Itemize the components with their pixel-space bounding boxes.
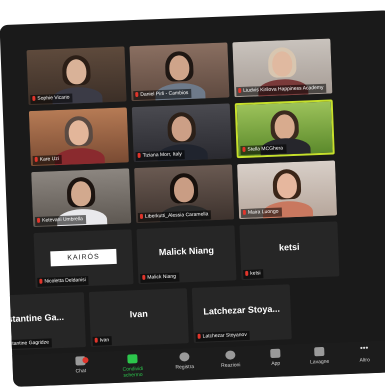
participant-display-name: ketsi: [278, 241, 300, 253]
participant-display-name: Ivan: [129, 308, 148, 320]
mic-muted-icon: [32, 95, 36, 101]
participant-name: Stella MCGhera: [240, 144, 287, 156]
participant-name: Kare Uzi: [32, 154, 63, 166]
participant-tile[interactable]: ketsi ketsi: [239, 221, 340, 281]
mic-muted-icon: [36, 217, 41, 223]
app-icon[interactable]: [225, 381, 233, 387]
participant-name: Nicoletta Deldanisi: [37, 275, 89, 287]
more-icon: •••: [359, 343, 369, 353]
photo-of-screen: Sophie Vicario Daniel Pirli - Cambios Li…: [0, 0, 385, 390]
participant-name: stantine Gagridze: [7, 338, 53, 350]
participant-tile[interactable]: Malick Niang Malick Niang: [136, 225, 237, 285]
participant-name: Sophie Vicario: [30, 93, 73, 105]
participant-name: Malick Niang: [140, 272, 180, 283]
participant-tile-active-speaker[interactable]: Stella MCGhera: [234, 99, 335, 159]
participant-name: Latchezar Stoyanov: [195, 330, 250, 342]
participant-tile[interactable]: Tiziana Morr, Italy: [131, 103, 232, 163]
notification-badge: [82, 357, 89, 364]
kairos-logo: KAIRÓS: [50, 248, 117, 267]
mic-muted-icon: [94, 337, 98, 343]
record-icon: [179, 352, 190, 362]
edge-icon[interactable]: [169, 383, 177, 387]
app-icon[interactable]: [267, 379, 275, 387]
participant-tile[interactable]: Sophie Vicario: [26, 46, 127, 106]
participant-tile[interactable]: Latchezar Stoya... Latchezar Stoyanov: [191, 284, 292, 343]
participant-tile[interactable]: Daniel Pirli - Cambios: [129, 42, 230, 102]
participant-display-name: stantine Ga...: [7, 311, 65, 325]
mic-muted-icon: [197, 333, 201, 339]
chrome-icon[interactable]: [197, 382, 205, 387]
more-button[interactable]: ••• Altro: [344, 343, 385, 365]
emoji-icon: [225, 350, 236, 360]
record-button[interactable]: Registra: [164, 352, 205, 372]
whiteboards-button[interactable]: Lavagne: [299, 346, 340, 366]
participant-display-name: Malick Niang: [158, 245, 215, 258]
participant-tile[interactable]: Maira Luongo: [237, 160, 338, 220]
mic-muted-icon: [135, 91, 139, 98]
app-icon[interactable]: [253, 380, 261, 387]
whiteboard-icon: [314, 346, 325, 357]
taskview-icon[interactable]: [155, 384, 163, 387]
mic-muted-icon: [137, 152, 141, 158]
participant-tile[interactable]: Ketevani Umbrella: [31, 168, 132, 228]
apps-button[interactable]: App: [255, 348, 296, 368]
participant-name: ketsi: [243, 269, 264, 280]
mic-muted-icon: [142, 274, 146, 280]
app-icon[interactable]: [239, 380, 247, 387]
participant-tile[interactable]: Liudvis Kirilova Happiness Academy: [232, 38, 333, 98]
mic-muted-icon: [34, 156, 38, 162]
start-icon[interactable]: [141, 384, 149, 387]
reactions-button[interactable]: Reazioni: [210, 350, 251, 370]
participant-name: Maira Luongo: [240, 207, 282, 219]
participant-name: Ivan: [92, 336, 113, 346]
mic-muted-icon: [39, 278, 43, 284]
participant-tile[interactable]: stantine Ga... stantine Gagridze: [0, 292, 86, 351]
participant-display-name: Latchezar Stoya...: [203, 303, 281, 317]
mic-muted-icon: [242, 209, 246, 215]
participant-name: Tiziana Morr, Italy: [135, 150, 186, 162]
participant-tile[interactable]: Ivan Ivan: [88, 288, 189, 347]
mic-muted-icon: [139, 213, 144, 219]
share-screen-icon: [127, 354, 138, 364]
apps-icon: [270, 348, 281, 359]
folder-icon[interactable]: [183, 383, 191, 387]
participant-tile[interactable]: Kare Uzi: [28, 107, 129, 167]
participant-tile[interactable]: Liberkutti_Alessia Caramella: [134, 164, 235, 224]
chat-button[interactable]: Chat: [60, 356, 101, 376]
zoom-window: Sophie Vicario Daniel Pirli - Cambios Li…: [0, 10, 385, 387]
participant-tile[interactable]: KAIRÓS Nicoletta Deldanisi: [33, 229, 134, 288]
mic-muted-icon: [245, 270, 249, 276]
mic-muted-icon: [242, 146, 246, 152]
mic-muted-icon: [238, 87, 242, 94]
share-screen-button[interactable]: Condividi schermo: [112, 354, 153, 380]
